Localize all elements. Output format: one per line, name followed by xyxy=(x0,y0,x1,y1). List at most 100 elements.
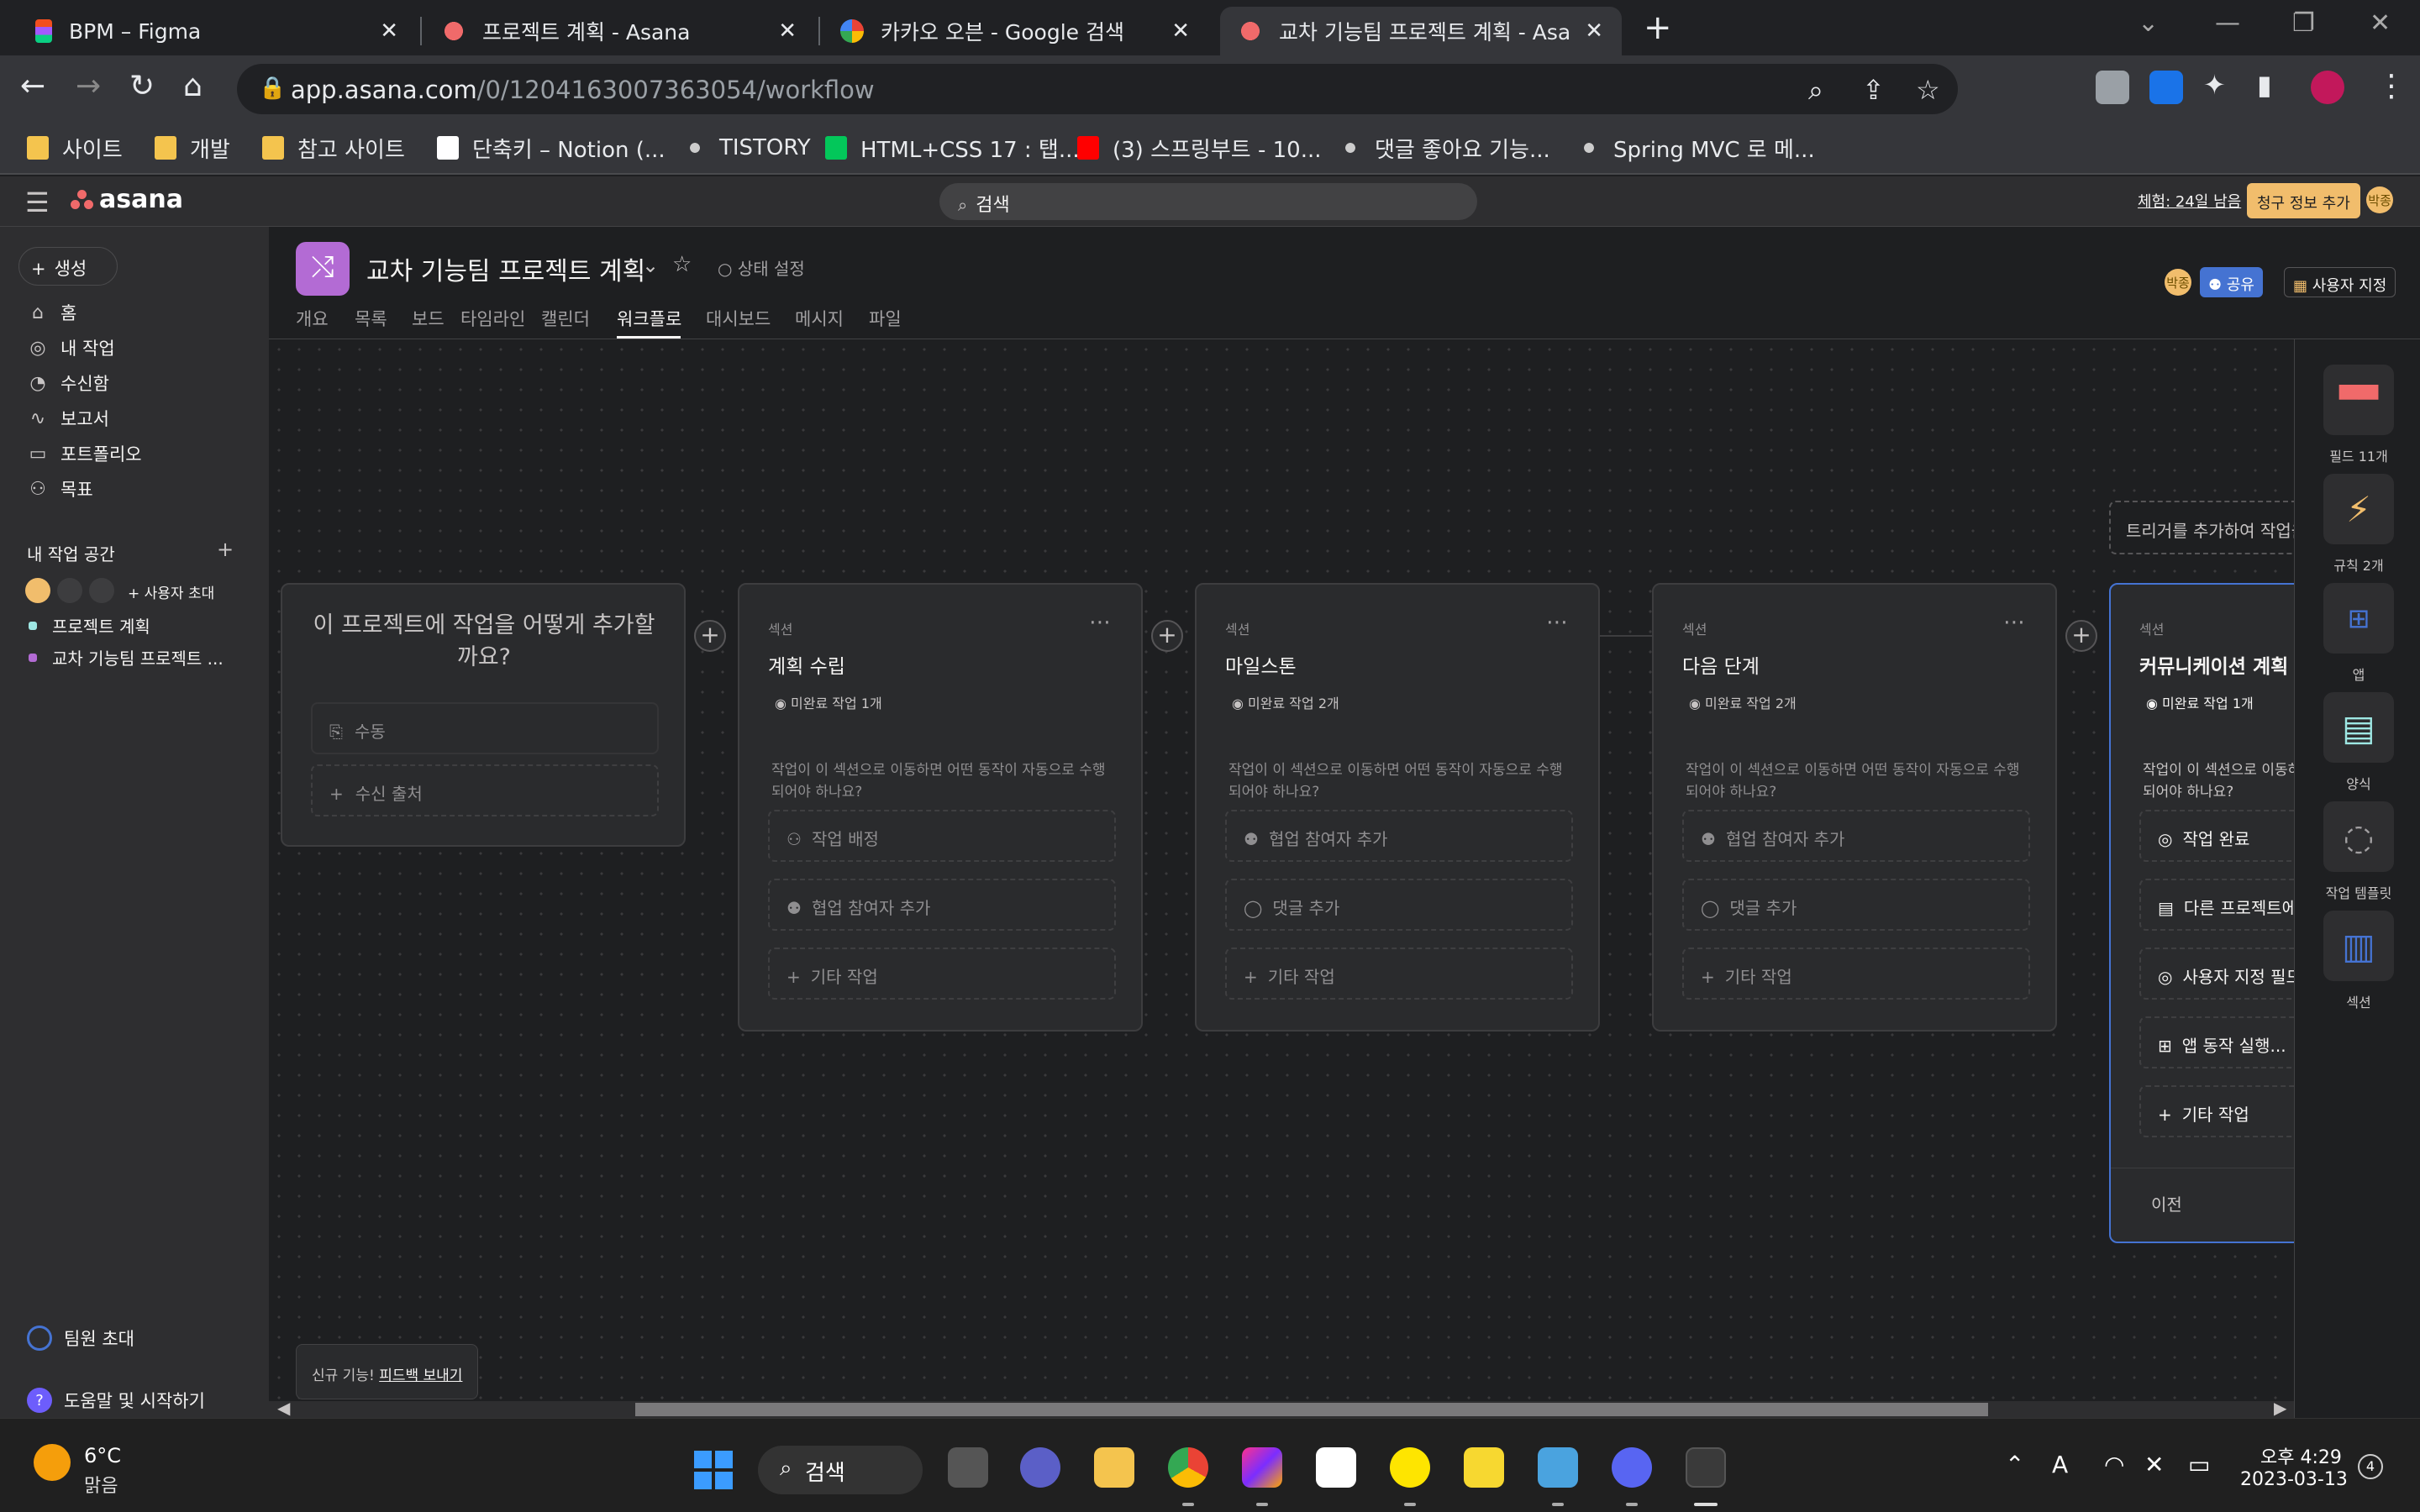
tab-list[interactable]: 목록 xyxy=(355,306,387,331)
run-app-action[interactable]: ⊞ 앱 동작 실행... xyxy=(2139,1016,2294,1068)
close-tab-icon[interactable]: ✕ xyxy=(778,18,797,44)
forward-icon[interactable]: → xyxy=(76,69,101,103)
sidebar-item-my-tasks[interactable]: ◎ 내 작업 xyxy=(27,333,114,363)
scroll-left-icon[interactable]: ◀ xyxy=(277,1398,290,1418)
incomplete-task-badge[interactable]: ◉ 미완료 작업 2개 xyxy=(1232,692,1339,712)
help-button[interactable]: ? 도움말 및 시작하기 xyxy=(27,1388,205,1413)
extension-icon[interactable] xyxy=(2096,71,2129,104)
more-options-icon[interactable]: ⋯ xyxy=(2003,610,2025,635)
add-collaborator-action[interactable]: ⚉ 협업 참여자 추가 xyxy=(768,879,1116,931)
discord-icon[interactable] xyxy=(1612,1447,1652,1488)
add-collaborator-action[interactable]: ⚉ 협업 참여자 추가 xyxy=(1225,810,1573,862)
custom-field-action[interactable]: ◎ 사용자 지정 필드 xyxy=(2139,948,2294,1000)
bookmark-link[interactable]: 댓글 좋아요 기능... xyxy=(1339,131,1550,165)
search-input[interactable]: ⌕ 검색 xyxy=(939,183,1477,220)
bookmark-link[interactable]: (3) 스프링부트 - 10... xyxy=(1077,131,1321,165)
invite-user-link[interactable]: + 사용자 초대 xyxy=(128,581,214,602)
add-workspace-item-icon[interactable]: + xyxy=(217,538,234,561)
notion-icon[interactable] xyxy=(1316,1447,1356,1488)
chrome-icon[interactable] xyxy=(1168,1447,1208,1488)
add-trigger-card[interactable]: 트리거를 추가하여 작업을 xyxy=(2109,501,2294,554)
wifi-icon[interactable]: ◠ xyxy=(2104,1451,2124,1478)
user-avatar[interactable]: 박종 xyxy=(2366,186,2393,213)
add-section-button[interactable]: + xyxy=(2065,620,2097,652)
tab-board[interactable]: 보드 xyxy=(412,306,445,331)
kakaotalk-icon[interactable] xyxy=(1390,1447,1430,1488)
workflow-canvas[interactable]: 트리거를 추가하여 작업을 이 프로젝트에 작업을 어떻게 추가할까요? ⎘ 수동… xyxy=(269,339,2294,1401)
jetbrains-icon[interactable] xyxy=(1242,1447,1282,1488)
fields-panel-item[interactable]: ▀▀ 필드 11개 xyxy=(2323,365,2394,465)
scrollbar-thumb[interactable] xyxy=(635,1403,1988,1416)
section-title[interactable]: 계획 수립 xyxy=(768,650,845,679)
apps-panel-item[interactable]: ⊞ 앱 xyxy=(2323,583,2394,684)
side-panel-icon[interactable]: ▮ xyxy=(2257,69,2272,101)
section-card[interactable]: 섹션 ⋯ 다음 단계 ◉ 미완료 작업 2개 작업이 이 섹션으로 이동하면 어… xyxy=(1652,583,2057,1032)
browser-tab[interactable]: BPM – Figma ✕ xyxy=(17,7,417,55)
tab-calendar[interactable]: 캘린더 xyxy=(541,306,590,331)
set-status-button[interactable]: ○ 상태 설정 xyxy=(718,255,805,280)
extension-check-icon[interactable] xyxy=(2149,71,2183,104)
weather-temperature[interactable]: 6°C xyxy=(84,1444,121,1467)
other-action[interactable]: + 기타 작업 xyxy=(768,948,1116,1000)
previous-button[interactable]: 이전 xyxy=(2151,1191,2182,1215)
sections-panel-item[interactable]: ▥ 섹션 xyxy=(2323,911,2394,1011)
forms-panel-item[interactable]: ▤ 양식 xyxy=(2323,692,2394,793)
profile-avatar[interactable] xyxy=(2311,71,2344,104)
close-tab-icon[interactable]: ✕ xyxy=(380,18,398,44)
other-action[interactable]: + 기타 작업 xyxy=(2139,1085,2294,1137)
task-templates-panel-item[interactable]: ◌ 작업 템플릿 xyxy=(2323,801,2394,902)
hamburger-menu-icon[interactable]: ☰ xyxy=(25,186,50,218)
sidebar-project[interactable]: 교차 기능팀 프로젝트 ... xyxy=(29,645,224,669)
bookmark-link[interactable]: TISTORY xyxy=(684,131,811,165)
file-explorer-icon[interactable] xyxy=(1094,1447,1134,1488)
sidebar-item-reporting[interactable]: ∿ 보고서 xyxy=(27,403,109,433)
invite-team-button[interactable]: 팀원 초대 xyxy=(27,1326,134,1351)
sidebar-project[interactable]: 프로젝트 계획 xyxy=(29,613,150,638)
send-feedback-link[interactable]: 피드백 보내기 xyxy=(379,1368,462,1384)
member-avatar[interactable] xyxy=(57,578,82,603)
chevron-down-icon[interactable]: ⌄ xyxy=(642,254,659,277)
bookmark-folder[interactable]: 사이트 xyxy=(27,131,123,165)
chevron-up-icon[interactable]: ⌃ xyxy=(2005,1451,2024,1478)
tab-dashboard[interactable]: 대시보드 xyxy=(706,306,771,331)
member-avatar[interactable]: 박종 xyxy=(2165,269,2191,296)
incomplete-task-badge[interactable]: ◉ 미완료 작업 1개 xyxy=(2146,692,2254,712)
close-tab-icon[interactable]: ✕ xyxy=(1171,18,1190,44)
weather-condition[interactable]: 맑음 xyxy=(84,1471,118,1498)
new-tab-icon[interactable]: + xyxy=(1644,8,1672,47)
add-source-button[interactable]: + 수신 출처 xyxy=(311,764,659,816)
add-billing-button[interactable]: 청구 정보 추가 xyxy=(2247,183,2360,218)
clock-time[interactable]: 오후 4:29 xyxy=(2260,1442,2342,1469)
add-to-project-action[interactable]: ▤ 다른 프로젝트에 xyxy=(2139,879,2294,931)
add-comment-action[interactable]: ◯ 댓글 추가 xyxy=(1682,879,2030,931)
close-tab-icon[interactable]: ✕ xyxy=(1585,18,1603,44)
restore-icon[interactable]: ❐ xyxy=(2292,8,2315,38)
incomplete-task-badge[interactable]: ◉ 미완료 작업 1개 xyxy=(775,692,882,712)
volume-mute-icon[interactable]: ✕ xyxy=(2144,1451,2164,1478)
assign-task-action[interactable]: ⚇ 작업 배정 xyxy=(768,810,1116,862)
project-icon[interactable]: ⤭ xyxy=(296,242,350,296)
browser-tab[interactable]: 카카오 오븐 - Google 검색 ✕ xyxy=(822,7,1208,55)
sticky-notes-icon[interactable] xyxy=(1464,1447,1504,1488)
rules-panel-item[interactable]: ⚡ 규칙 2개 xyxy=(2323,474,2394,575)
tab-timeline[interactable]: 타임라인 xyxy=(460,306,525,331)
address-bar[interactable]: 🔒 app.asana.com/0/1204163007363054/workf… xyxy=(237,64,1958,114)
snipping-tool-icon[interactable] xyxy=(1686,1447,1726,1488)
star-icon[interactable]: ☆ xyxy=(672,252,692,277)
tab-workflow[interactable]: 워크플로 xyxy=(617,306,681,331)
tab-messages[interactable]: 메시지 xyxy=(795,306,844,331)
bookmark-link[interactable]: Spring MVC 로 메... xyxy=(1578,131,1815,165)
extensions-puzzle-icon[interactable]: ✦ xyxy=(2203,69,2226,101)
windows-start-icon[interactable] xyxy=(694,1451,733,1489)
sidebar-item-portfolios[interactable]: ▭ 포트폴리오 xyxy=(27,438,142,469)
add-section-button[interactable]: + xyxy=(694,620,726,652)
bookmark-star-icon[interactable]: ☆ xyxy=(1916,74,1940,106)
member-avatar[interactable] xyxy=(25,578,50,603)
sidebar-item-home[interactable]: ⌂ 홈 xyxy=(27,297,76,328)
back-icon[interactable]: ← xyxy=(20,69,45,103)
tab-overview[interactable]: 개요 xyxy=(296,306,329,331)
browser-tab-active[interactable]: 교차 기능팀 프로젝트 계획 - Asa ✕ xyxy=(1220,7,1622,55)
notepad-icon[interactable] xyxy=(1538,1447,1578,1488)
task-view-icon[interactable] xyxy=(948,1447,988,1488)
member-avatar[interactable] xyxy=(89,578,114,603)
